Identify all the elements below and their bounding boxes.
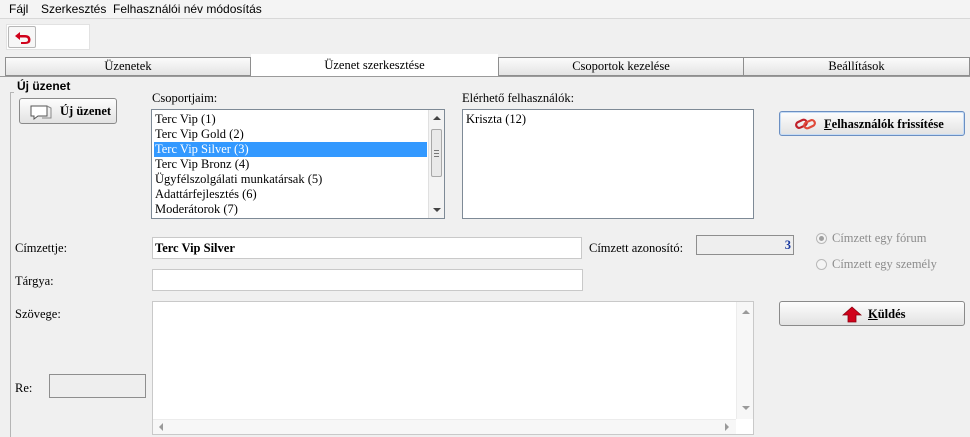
groups-label: Csoportjaim: [152,91,218,105]
scroll-up-icon[interactable] [433,116,441,120]
list-item[interactable]: Ügyfélszolgálati munkatársak (5) [154,172,322,187]
link-chain-icon [795,118,816,130]
body-textarea[interactable] [152,301,754,435]
scroll-down-icon[interactable] [742,406,750,410]
body-hscrollbar[interactable] [153,419,736,434]
section-title: Új üzenet [17,79,71,93]
menu-rename-user[interactable]: Felhasználói név módosítás [113,2,262,16]
list-item[interactable]: Moderátorok (7) [154,202,238,217]
scroll-up-icon[interactable] [742,310,750,314]
list-item[interactable]: Terc Vip Gold (2) [154,127,244,142]
recipient-id-label: Címzett azonosító: [589,241,684,255]
send-button[interactable]: Küldés [779,301,965,326]
re-field[interactable] [49,374,146,398]
recipient-label: Címzettje: [15,241,68,255]
groups-listbox[interactable]: Terc Vip (1) Terc Vip Gold (2) Terc Vip … [151,109,445,219]
list-item[interactable]: Kriszta (12) [465,112,526,127]
groups-scrollbar[interactable] [428,110,444,218]
scroll-right-icon[interactable] [725,423,729,431]
body-label: Szövege: [15,307,61,321]
list-item[interactable]: Adattárfejlesztés (6) [154,187,257,202]
tab-edit-message[interactable]: Üzenet szerkesztése [251,54,498,76]
subject-label: Tárgya: [15,274,54,288]
recipient-id-field[interactable]: 3 [696,235,794,255]
menu-bar: Fájl Szerkesztés Felhasználói név módosí… [0,0,970,19]
section-border-top [10,92,14,93]
send-label: Küldés [868,307,906,321]
users-label: Elérhető felhasználók: [462,91,575,105]
re-label: Re: [15,381,33,395]
tab-groups[interactable]: Csoportok kezelése [498,57,744,76]
subject-field[interactable] [152,269,583,291]
list-item[interactable]: Terc Vip (1) [154,112,216,127]
up-arrow-icon [842,306,862,323]
radio-forum-label: Címzett egy fórum [832,231,927,245]
undo-arrow-icon [15,32,31,44]
radio-person[interactable] [816,259,827,270]
refresh-users-label: Felhasználók frissítése [824,117,944,131]
menu-file[interactable]: Fájl [9,2,28,16]
body-vscrollbar[interactable] [736,302,753,419]
scroll-left-icon[interactable] [159,423,163,431]
recipient-id-value: 3 [784,238,791,252]
refresh-users-button[interactable]: Felhasználók frissítése [779,111,965,136]
tab-settings[interactable]: Beállítások [743,57,970,76]
toolbar [6,24,90,50]
section-border [10,92,11,437]
new-message-icon [30,105,52,120]
back-button[interactable] [8,26,36,48]
scroll-thumb[interactable] [431,129,442,177]
radio-person-label: Címzett egy személy [832,257,937,271]
new-message-label: Új üzenet [60,104,112,118]
users-listbox[interactable]: Kriszta (12) [462,109,754,219]
scroll-down-icon[interactable] [433,208,441,212]
list-item-selected[interactable]: Terc Vip Silver (3) [154,142,427,157]
recipient-field[interactable]: Terc Vip Silver [152,237,582,259]
list-item[interactable]: Terc Vip Bronz (4) [154,157,249,172]
new-message-button[interactable]: Új üzenet [19,98,117,124]
menu-edit[interactable]: Szerkesztés [41,2,106,16]
radio-forum[interactable] [816,233,827,244]
tab-panel-border [0,76,970,77]
tab-messages[interactable]: Üzenetek [5,57,251,76]
